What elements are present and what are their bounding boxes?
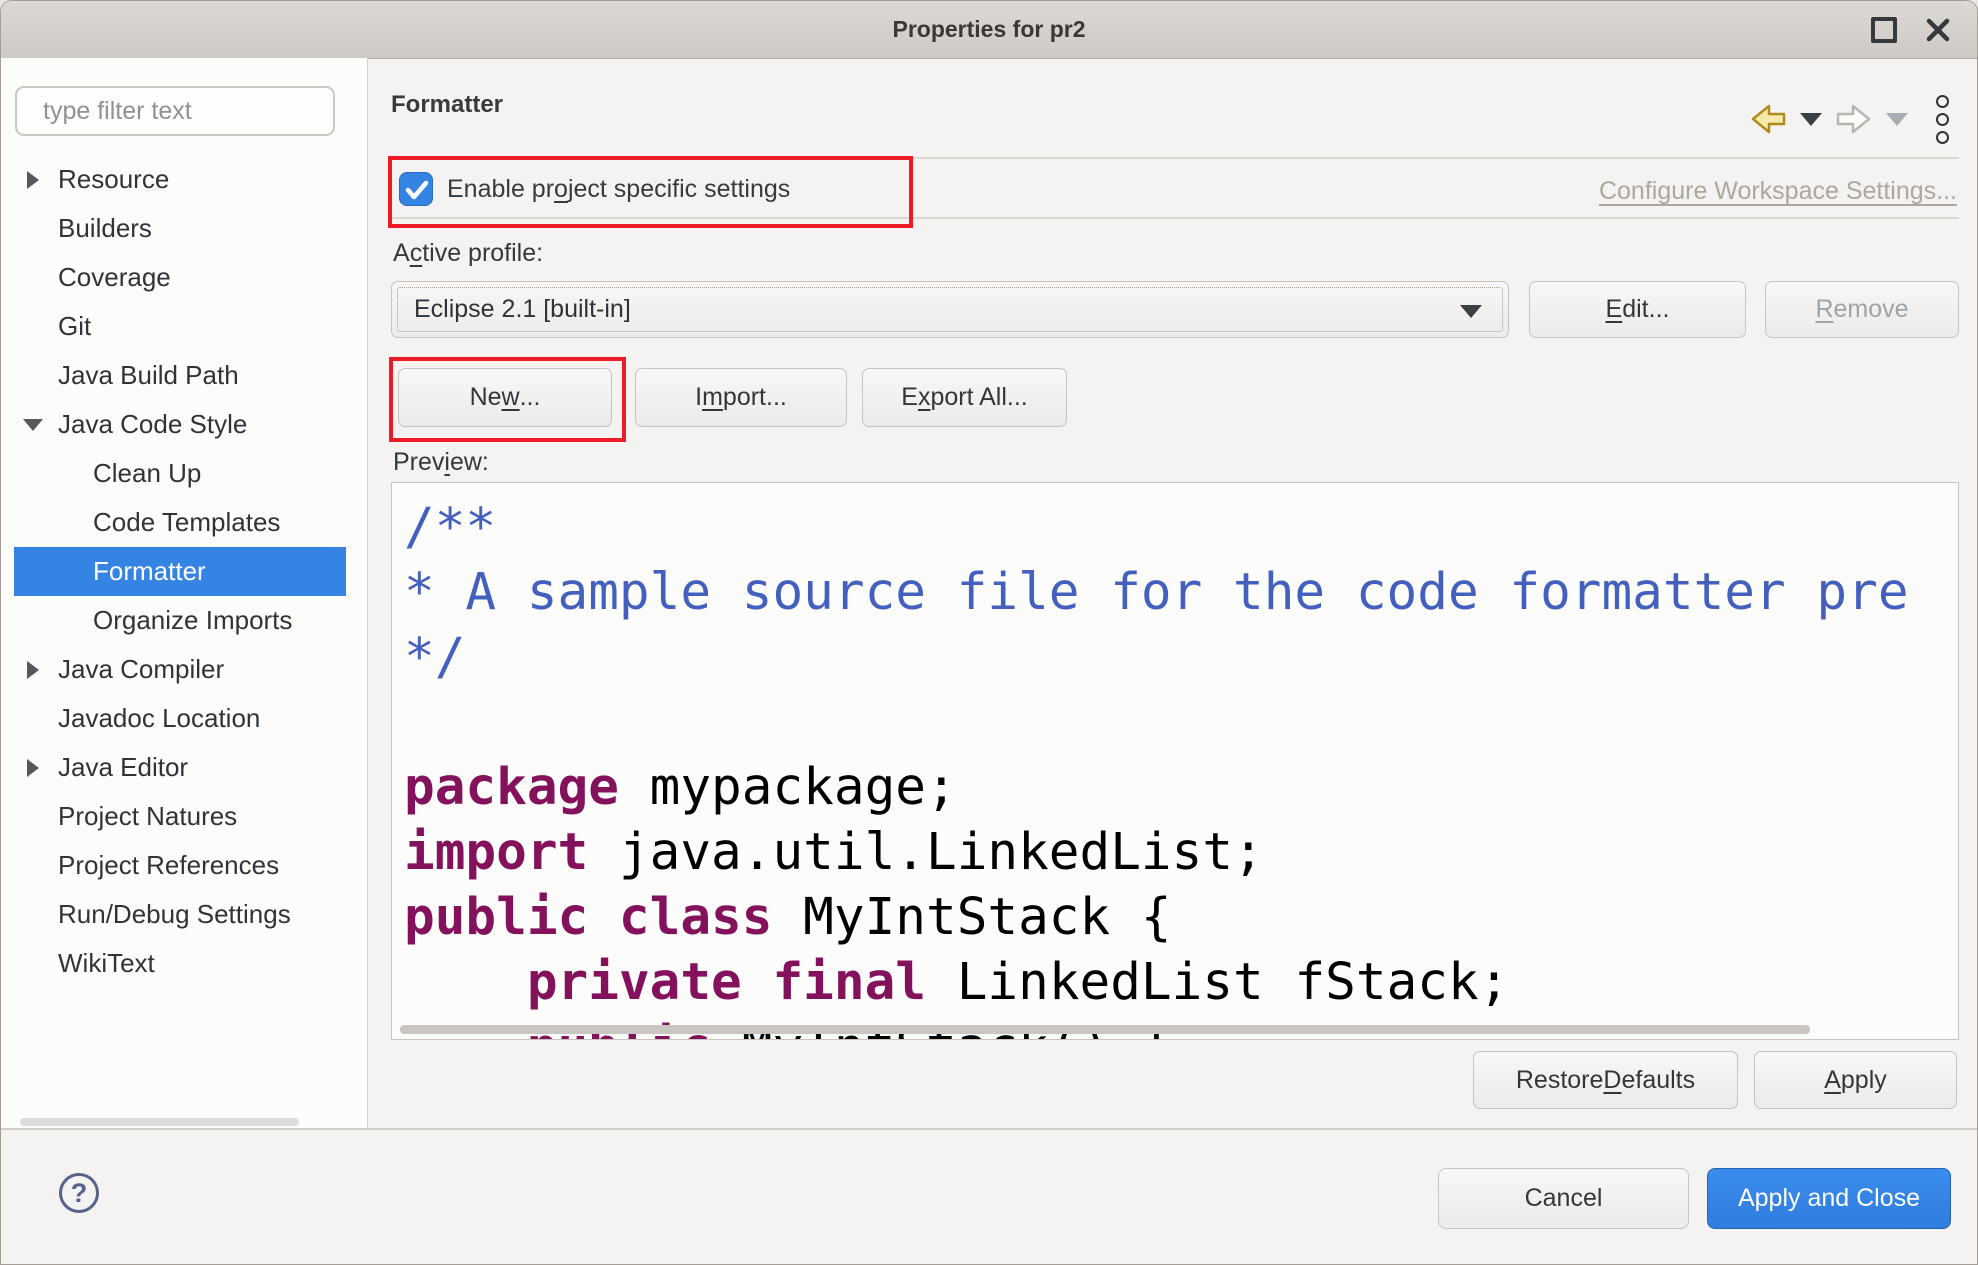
code-line: */	[404, 625, 1909, 690]
sidebar-item-clean-up[interactable]: Clean Up	[1, 449, 367, 498]
active-profile-label: Active profile:	[393, 239, 543, 268]
remove-button[interactable]: Remove	[1765, 281, 1959, 338]
enable-project-specific-settings-checkbox[interactable]	[399, 172, 433, 206]
window-title: Properties for pr2	[1, 1, 1977, 58]
edit-button[interactable]: Edit...	[1529, 281, 1746, 338]
tree-item-label: Java Compiler	[58, 645, 224, 694]
tree-item-label: WikiText	[58, 939, 155, 988]
sidebar-item-code-templates[interactable]: Code Templates	[1, 498, 367, 547]
forward-icon[interactable]	[1836, 103, 1872, 135]
sidebar-item-run-debug-settings[interactable]: Run/Debug Settings	[1, 890, 367, 939]
tree-item-label: Git	[58, 302, 91, 351]
tree-item-label: Coverage	[58, 253, 171, 302]
apply-button[interactable]: Apply	[1754, 1051, 1957, 1109]
restore-defaults-button[interactable]: Restore Defaults	[1473, 1051, 1738, 1109]
sidebar-item-javadoc-location[interactable]: Javadoc Location	[1, 694, 367, 743]
code-line: * A sample source file for the code form…	[404, 560, 1909, 625]
separator-line	[391, 217, 1959, 219]
tree-item-label: Builders	[58, 204, 152, 253]
back-icon[interactable]	[1750, 103, 1786, 135]
sidebar-item-coverage[interactable]: Coverage	[1, 253, 367, 302]
tree-item-label: Javadoc Location	[58, 694, 260, 743]
sidebar-item-java-code-style[interactable]: Java Code Style	[1, 400, 367, 449]
close-button[interactable]	[1921, 13, 1955, 47]
tree-horizontal-scrollbar[interactable]	[20, 1118, 299, 1126]
sidebar-item-project-natures[interactable]: Project Natures	[1, 792, 367, 841]
tree-item-label: Java Editor	[58, 743, 188, 792]
titlebar[interactable]: Properties for pr2	[1, 1, 1977, 59]
active-profile-combobox[interactable]: Eclipse 2.1 [built-in]	[391, 281, 1509, 338]
expand-arrow-icon[interactable]	[27, 171, 39, 189]
code-line	[404, 690, 1909, 755]
close-icon	[1925, 17, 1951, 43]
page-title: Formatter	[391, 91, 503, 119]
tree-item-label: Project Natures	[58, 792, 237, 841]
apply-and-close-button[interactable]: Apply and Close	[1707, 1168, 1951, 1229]
sidebar-item-java-editor[interactable]: Java Editor	[1, 743, 367, 792]
code-line: private final LinkedList fStack;	[404, 950, 1909, 1015]
maximize-button[interactable]	[1867, 13, 1901, 47]
help-button[interactable]: ?	[59, 1173, 99, 1213]
sidebar-item-git[interactable]: Git	[1, 302, 367, 351]
tree-item-label: Code Templates	[93, 498, 280, 547]
preview-horizontal-scrollbar[interactable]	[400, 1025, 1810, 1034]
view-menu-icon[interactable]	[1936, 95, 1949, 144]
tree-item-label: Java Code Style	[58, 400, 247, 449]
code-line: import java.util.LinkedList;	[404, 820, 1909, 885]
tree-item-label: Project References	[58, 841, 279, 890]
expand-arrow-icon[interactable]	[27, 661, 39, 679]
collapse-arrow-icon[interactable]	[23, 419, 43, 431]
sidebar-item-organize-imports[interactable]: Organize Imports	[1, 596, 367, 645]
preferences-tree: ResourceBuildersCoverageGitJava Build Pa…	[1, 58, 367, 1128]
sidebar-item-java-build-path[interactable]: Java Build Path	[1, 351, 367, 400]
back-history-dropdown-icon[interactable]	[1800, 113, 1822, 126]
code-line: package mypackage;	[404, 755, 1909, 820]
checkmark-icon	[400, 173, 434, 207]
sidebar-item-formatter[interactable]: Formatter	[14, 547, 346, 596]
sidebar-item-wikitext[interactable]: WikiText	[1, 939, 367, 988]
sidebar-item-resource[interactable]: Resource	[1, 155, 367, 204]
sidebar-item-java-compiler[interactable]: Java Compiler	[1, 645, 367, 694]
tree-item-label: Resource	[58, 155, 169, 204]
properties-dialog: Properties for pr2 ResourceBuildersCover…	[0, 0, 1978, 1265]
enable-checkbox-label[interactable]: Enable project specific settings	[447, 172, 790, 206]
tree-item-label: Clean Up	[93, 449, 201, 498]
separator-line	[391, 157, 1959, 159]
sidebar-item-builders[interactable]: Builders	[1, 204, 367, 253]
maximize-icon	[1871, 17, 1897, 43]
code-line: public class MyIntStack {	[404, 885, 1909, 950]
tree-item-label: Formatter	[93, 547, 206, 596]
footer-separator	[1, 1128, 1977, 1130]
tree-item-label: Java Build Path	[58, 351, 239, 400]
preview-label: Preview:	[393, 448, 489, 477]
export-all-button[interactable]: Export All...	[862, 368, 1067, 427]
configure-workspace-settings-link[interactable]: Configure Workspace Settings...	[1599, 177, 1957, 206]
new-button[interactable]: New...	[398, 368, 612, 427]
preferences-sidebar: ResourceBuildersCoverageGitJava Build Pa…	[1, 58, 368, 1128]
expand-arrow-icon[interactable]	[27, 759, 39, 777]
forward-history-dropdown-icon[interactable]	[1886, 113, 1908, 126]
chevron-down-icon	[1460, 305, 1482, 318]
code-line: /**	[404, 495, 1909, 560]
code-preview-pane: /*** A sample source file for the code f…	[391, 482, 1959, 1040]
tree-item-label: Organize Imports	[93, 596, 292, 645]
cancel-button[interactable]: Cancel	[1438, 1168, 1689, 1229]
tree-item-label: Run/Debug Settings	[58, 890, 291, 939]
combobox-value: Eclipse 2.1 [built-in]	[414, 282, 631, 339]
page-navigation	[1750, 99, 1949, 139]
import-button[interactable]: Import...	[635, 368, 847, 427]
sidebar-item-project-references[interactable]: Project References	[1, 841, 367, 890]
preview-code: /*** A sample source file for the code f…	[404, 495, 1909, 1040]
question-mark-icon: ?	[71, 1178, 88, 1209]
